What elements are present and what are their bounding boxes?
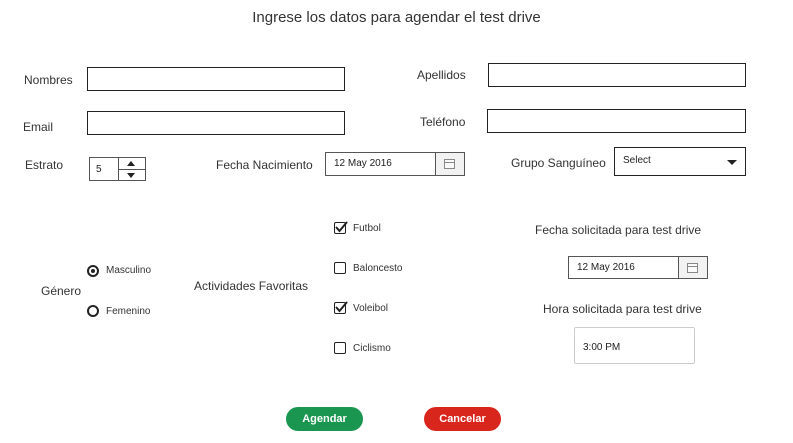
femenino-label: Femenino [106,306,151,317]
cancelar-button[interactable]: Cancelar [424,407,501,431]
nombres-input[interactable] [87,67,345,91]
grupo-sanguineo-value: Select [623,155,651,166]
checkbox-voleibol[interactable] [334,301,348,314]
triangle-down-icon [127,173,135,178]
checkbox-ciclismo[interactable] [334,342,346,354]
checkbox-baloncesto[interactable] [334,262,346,274]
fecha-nacimiento-picker[interactable]: 12 May 2016 [325,152,465,176]
check-icon [335,221,348,233]
voleibol-label: Voleibol [353,303,389,314]
email-input[interactable] [87,111,345,135]
email-label: Email [23,120,54,134]
triangle-up-icon [127,161,135,166]
ciclismo-label: Ciclismo [353,343,391,354]
calendar-icon [444,159,455,169]
fecha-nacimiento-value: 12 May 2016 [334,158,392,169]
stepper-buttons [118,158,145,180]
fecha-nacimiento-label: Fecha Nacimiento [216,158,313,172]
hora-test-drive-value: 3:00 PM [583,342,621,353]
telefono-input[interactable] [487,109,746,133]
check-icon [335,301,348,313]
estrato-stepper[interactable]: 5 [89,157,146,181]
apellidos-label: Apellidos [417,68,466,82]
grupo-sanguineo-label: Grupo Sanguíneo [511,156,606,170]
fecha-test-drive-label: Fecha solicitada para test drive [535,223,702,237]
baloncesto-label: Baloncesto [353,263,403,274]
actividades-label: Actividades Favoritas [194,279,309,293]
nombres-label: Nombres [24,73,73,87]
fecha-test-drive-picker[interactable]: 12 May 2016 [568,256,708,279]
calendar-button[interactable] [678,257,707,278]
chevron-down-icon [727,160,737,165]
genero-label: Género [41,284,82,298]
estrato-label: Estrato [25,158,64,172]
radio-femenino[interactable] [87,305,99,317]
hora-test-drive-input[interactable]: 3:00 PM [574,327,695,364]
futbol-label: Futbol [353,223,381,234]
stepper-down-button[interactable] [119,170,145,181]
agendar-button[interactable]: Agendar [286,407,363,431]
stepper-up-button[interactable] [119,158,145,170]
hora-test-drive-label: Hora solicitada para test drive [543,302,702,316]
masculino-label: Masculino [106,265,152,276]
telefono-label: Teléfono [420,115,466,129]
checkbox-futbol[interactable] [334,221,348,234]
apellidos-input[interactable] [488,63,746,87]
calendar-icon [687,263,698,273]
estrato-value: 5 [96,164,102,175]
radio-masculino[interactable] [87,265,99,277]
calendar-button[interactable] [435,153,464,175]
grupo-sanguineo-select[interactable]: Select [614,147,746,176]
page-title: Ingrese los datos para agendar el test d… [252,9,541,26]
fecha-test-drive-value: 12 May 2016 [577,262,635,273]
radio-selected-dot [91,269,95,273]
